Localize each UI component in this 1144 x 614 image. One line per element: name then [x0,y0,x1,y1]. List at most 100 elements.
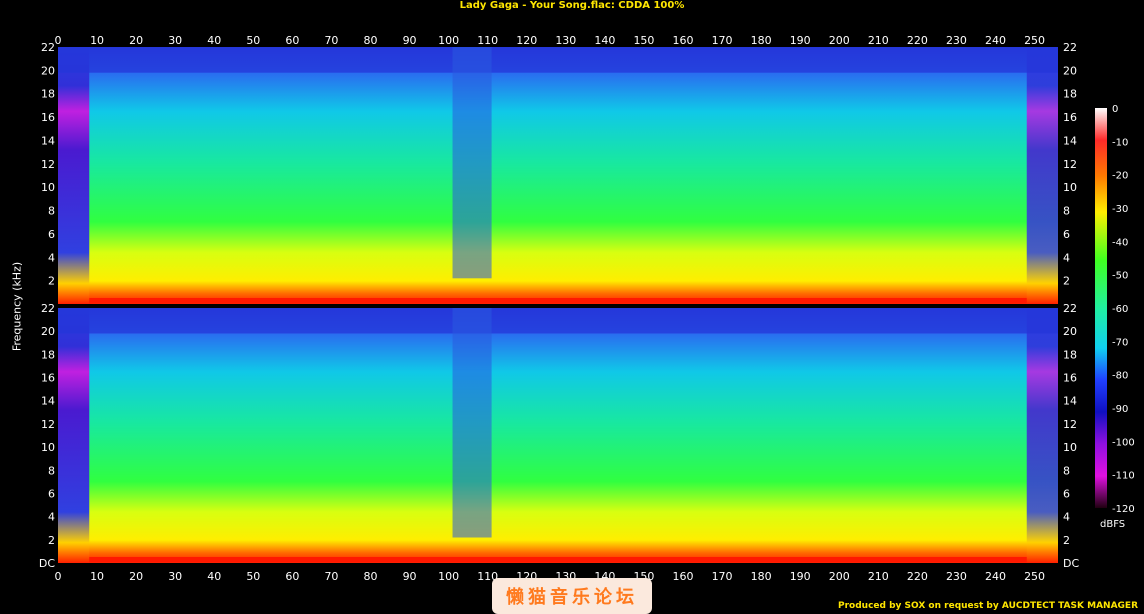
y-tick-right: 22 [1063,41,1077,54]
x-tick-bottom: 90 [403,570,417,583]
x-tick-top: 90 [403,34,417,47]
channel-2-quiet-section [452,308,492,538]
y-tick-left: 10 [41,181,55,194]
y-tick-right: 12 [1063,158,1077,171]
x-tick-top: 10 [90,34,104,47]
x-tick-top: 250 [1024,34,1045,47]
y-tick-left: 6 [48,487,55,500]
x-tick-top: 180 [751,34,772,47]
y-tick-right: 2 [1063,275,1070,288]
y-tick-right: 16 [1063,372,1077,385]
colorbar-tick: -110 [1112,471,1135,482]
x-tick-top: 210 [868,34,889,47]
x-tick-top: 20 [129,34,143,47]
channel-1-intro [58,47,90,304]
x-tick-bottom: 0 [55,570,62,583]
y-tick-right: 14 [1063,395,1077,408]
x-tick-bottom: 230 [946,570,967,583]
x-tick-bottom: 20 [129,570,143,583]
y-tick-left: 2 [48,275,55,288]
colorbar-tick: -60 [1112,304,1128,315]
x-tick-top: 50 [246,34,260,47]
colorbar-scale [1095,108,1107,508]
y-tick-left: 18 [41,88,55,101]
y-tick-left: 22 [41,302,55,315]
y-tick-right: 8 [1063,464,1070,477]
y-tick-right: 18 [1063,348,1077,361]
x-tick-top: 80 [364,34,378,47]
x-tick-bottom: 190 [790,570,811,583]
x-tick-top: 100 [438,34,459,47]
y-tick-left: 6 [48,228,55,241]
x-tick-bottom: 50 [246,570,260,583]
y-tick-left: 22 [41,41,55,54]
x-tick-bottom: 180 [751,570,772,583]
x-tick-bottom: 170 [712,570,733,583]
x-tick-bottom: 70 [324,570,338,583]
channel-2-spectrum [58,308,1058,563]
y-tick-left: 12 [41,418,55,431]
y-tick-left: 8 [48,464,55,477]
y-tick-right: 4 [1063,251,1070,264]
y-tick-right: 20 [1063,64,1077,77]
x-tick-bottom: 220 [907,570,928,583]
colorbar-tick: -80 [1112,371,1128,382]
colorbar-tick: -120 [1112,504,1135,515]
x-tick-top: 130 [555,34,576,47]
x-tick-top: 160 [673,34,694,47]
channel-2-bass-band [89,557,1027,562]
y-tick-right: 10 [1063,181,1077,194]
y-tick-right: 6 [1063,228,1070,241]
colorbar-tick: -40 [1112,237,1128,248]
x-tick-top: 30 [168,34,182,47]
colorbar-tick: -70 [1112,337,1128,348]
channel-1-spectrum [58,47,1058,304]
y-tick-left: 12 [41,158,55,171]
y-tick-right: 22 [1063,302,1077,315]
credit-text: Produced by SOX on request by AUCDTECT T… [838,601,1138,611]
y-tick-right: 4 [1063,511,1070,524]
x-tick-top: 0 [55,34,62,47]
y-tick-right: 10 [1063,441,1077,454]
x-tick-top: 140 [594,34,615,47]
colorbar-tick: 0 [1112,104,1118,115]
x-tick-bottom: 240 [985,570,1006,583]
x-tick-bottom: 30 [168,570,182,583]
channel-1-quiet-section [452,47,492,279]
x-tick-top: 150 [633,34,654,47]
x-tick-bottom: 40 [207,570,221,583]
y-tick-left: 2 [48,534,55,547]
x-tick-top: 70 [324,34,338,47]
y-tick-left: 16 [41,111,55,124]
y-tick-left: 4 [48,251,55,264]
y-tick-right: 12 [1063,418,1077,431]
y-tick-right: 20 [1063,325,1077,338]
x-tick-bottom: 200 [829,570,850,583]
y-tick-right: 6 [1063,487,1070,500]
x-tick-top: 120 [516,34,537,47]
x-tick-top: 240 [985,34,1006,47]
y-tick-right: 16 [1063,111,1077,124]
colorbar-tick: -90 [1112,404,1128,415]
channel-1-outro [1026,47,1058,304]
forum-watermark: 懒猫音乐论坛 [492,578,652,614]
y-tick-right: DC [1063,557,1079,570]
x-tick-top: 220 [907,34,928,47]
x-tick-bottom: 60 [285,570,299,583]
y-tick-left: 8 [48,205,55,218]
y-tick-left: 16 [41,372,55,385]
channel-2-outro [1026,308,1058,563]
y-tick-left: 20 [41,325,55,338]
x-tick-bottom: 160 [673,570,694,583]
x-tick-bottom: 100 [438,570,459,583]
colorbar-tick: -100 [1112,437,1135,448]
y-tick-left: 14 [41,134,55,147]
y-tick-right: 18 [1063,88,1077,101]
x-tick-bottom: 250 [1024,570,1045,583]
y-tick-left: 10 [41,441,55,454]
channel-2-hf-band [58,308,1058,334]
channel-1-hf-band [58,47,1058,73]
y-tick-left: 20 [41,64,55,77]
colorbar-tick: -50 [1112,271,1128,282]
channel-2-intro [58,308,90,563]
